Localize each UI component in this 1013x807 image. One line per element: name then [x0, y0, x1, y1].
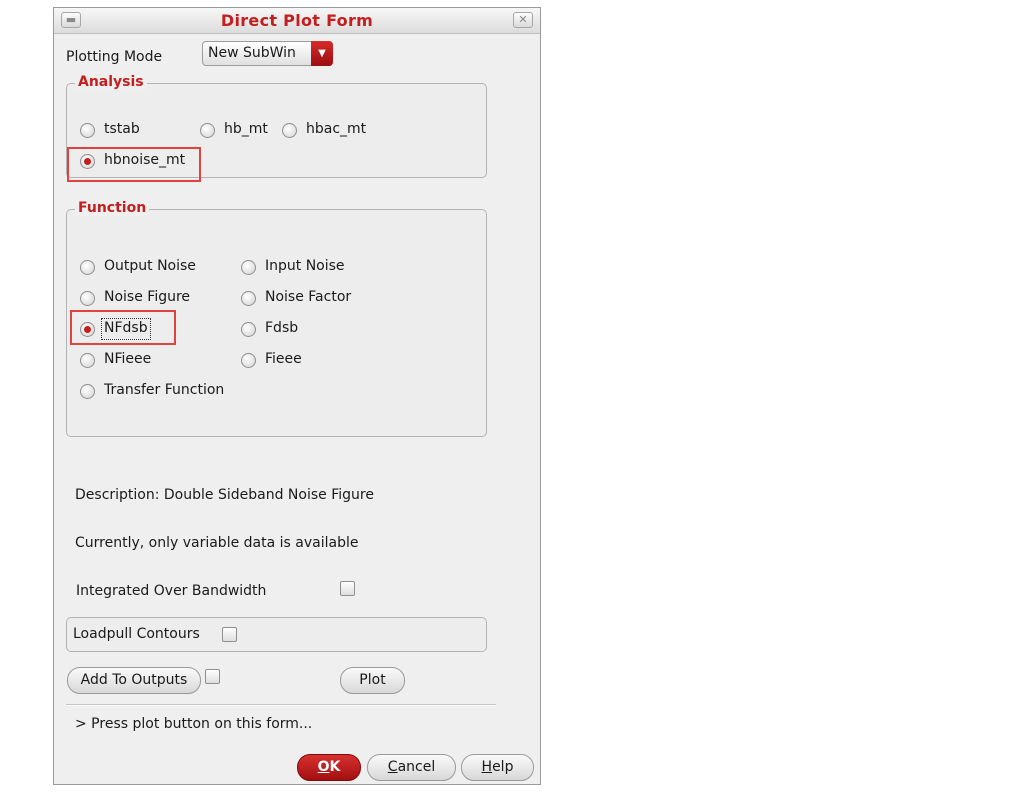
radio-fieee-label: Fieee [265, 351, 302, 367]
integrated-over-bandwidth-checkbox[interactable] [340, 581, 355, 596]
loadpull-contours-label: Loadpull Contours [73, 626, 200, 642]
help-mnemonic: H [481, 759, 493, 775]
add-to-outputs-button[interactable]: Add To Outputs [67, 667, 201, 694]
radio-nfieee[interactable] [80, 353, 95, 368]
radio-fdsb-label: Fdsb [265, 320, 299, 336]
radio-output-noise-label: Output Noise [104, 258, 196, 274]
radio-hb-mt-label: hb_mt [224, 121, 268, 137]
radio-nfieee-label: NFieee [104, 351, 152, 367]
plotting-mode-label: Plotting Mode [66, 49, 163, 65]
analysis-group-title: Analysis [75, 74, 147, 90]
cancel-mnemonic: C [387, 759, 398, 775]
window-title: Direct Plot Form [220, 11, 374, 30]
integrated-over-bandwidth-label: Integrated Over Bandwidth [76, 583, 267, 599]
radio-input-noise[interactable] [241, 260, 256, 275]
loadpull-frame: Loadpull Contours [66, 617, 487, 652]
radio-hb-mt[interactable] [200, 123, 215, 138]
radio-hbac-mt-label: hbac_mt [306, 121, 367, 137]
chevron-down-icon[interactable]: ▼ [311, 41, 333, 66]
plot-button[interactable]: Plot [340, 667, 405, 694]
radio-input-noise-label: Input Noise [265, 258, 345, 274]
radio-noise-figure[interactable] [80, 291, 95, 306]
ok-label-rest: K [329, 759, 341, 775]
radio-transfer-function[interactable] [80, 384, 95, 399]
plotting-mode-dropdown[interactable]: New SubWin ▼ [202, 41, 333, 66]
radio-hbac-mt[interactable] [282, 123, 297, 138]
close-icon[interactable]: ✕ [513, 12, 533, 28]
function-group-title: Function [75, 200, 150, 216]
loadpull-contours-checkbox[interactable] [222, 627, 237, 642]
help-button[interactable]: Help [461, 754, 534, 781]
radio-hbnoise-mt-label: hbnoise_mt [104, 152, 186, 168]
cancel-label-rest: ancel [397, 759, 436, 775]
radio-transfer-function-label: Transfer Function [104, 382, 225, 398]
radio-tstab[interactable] [80, 123, 95, 138]
radio-noise-factor[interactable] [241, 291, 256, 306]
radio-output-noise[interactable] [80, 260, 95, 275]
radio-fdsb[interactable] [241, 322, 256, 337]
radio-noise-factor-label: Noise Factor [265, 289, 352, 305]
status-message: > Press plot button on this form... [75, 716, 313, 732]
radio-hbnoise-mt[interactable] [80, 154, 95, 169]
radio-fieee[interactable] [241, 353, 256, 368]
radio-noise-figure-label: Noise Figure [104, 289, 191, 305]
plotting-mode-value: New SubWin [208, 45, 296, 61]
radio-nfdsb[interactable] [80, 322, 95, 337]
ok-button[interactable]: OK [297, 754, 361, 781]
ok-mnemonic: O [317, 759, 330, 775]
data-availability-note: Currently, only variable data is availab… [75, 535, 359, 551]
add-to-outputs-checkbox[interactable] [205, 669, 220, 684]
cancel-button[interactable]: Cancel [367, 754, 456, 781]
help-label-rest: elp [492, 759, 514, 775]
analysis-group: Analysis tstab hb_mt hbac_mt hbnoise_mt [66, 74, 487, 182]
direct-plot-form-window: ▬ Direct Plot Form ✕ Plotting Mode New S… [53, 7, 541, 785]
function-group: Function Output Noise Input Noise Noise … [66, 200, 487, 437]
radio-nfdsb-label: NFdsb [104, 320, 148, 336]
separator [66, 704, 496, 706]
radio-tstab-label: tstab [104, 121, 140, 137]
title-bar[interactable]: ▬ Direct Plot Form ✕ [54, 8, 540, 34]
description-text: Description: Double Sideband Noise Figur… [75, 487, 374, 503]
